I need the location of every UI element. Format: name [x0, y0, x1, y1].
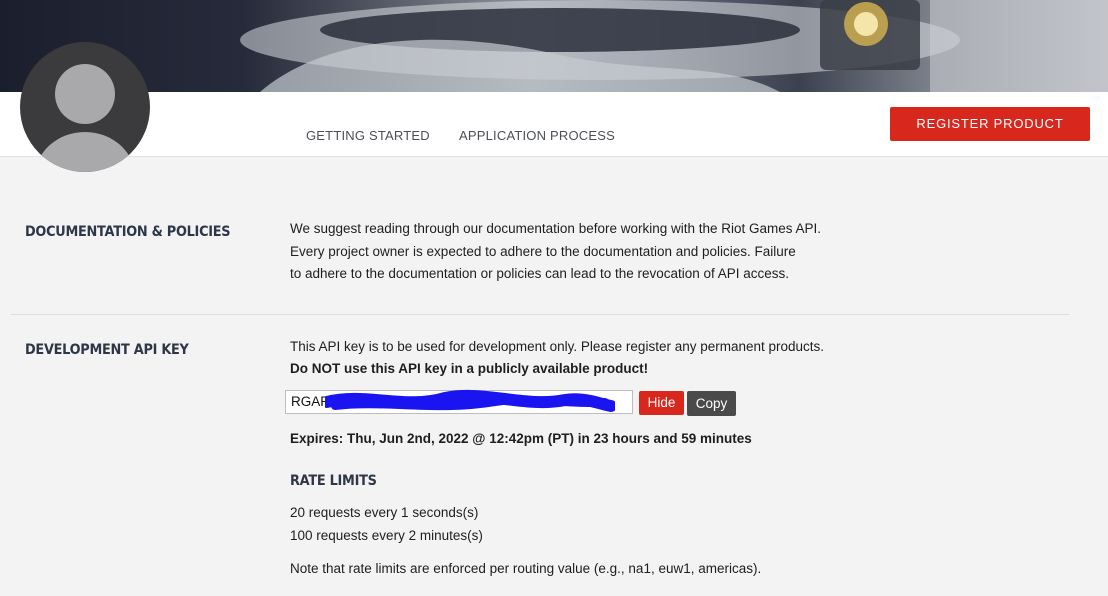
nav-application-process[interactable]: APPLICATION PROCESS	[459, 128, 615, 143]
hide-key-button[interactable]: Hide	[639, 391, 684, 415]
rate-limit-note: Note that rate limits are enforced per r…	[290, 561, 762, 576]
section-divider	[11, 314, 1069, 315]
nav-getting-started[interactable]: GETTING STARTED	[306, 128, 430, 143]
banner-artwork	[240, 0, 1108, 92]
copy-key-button[interactable]: Copy	[687, 391, 736, 416]
register-product-button[interactable]: REGISTER PRODUCT	[890, 107, 1090, 141]
documentation-line: Every project owner is expected to adher…	[290, 243, 796, 259]
redaction-scribble	[325, 389, 615, 412]
documentation-line: to adhere to the documentation or polici…	[290, 266, 790, 281]
dev-key-notice: This API key is to be used for developme…	[290, 339, 825, 354]
documentation-line: We suggest reading through our documenta…	[290, 221, 822, 236]
rate-limits-title: RATE LIMITS	[290, 473, 377, 489]
avatar-head-shape	[55, 64, 115, 124]
avatar[interactable]	[20, 42, 150, 172]
avatar-body-shape	[35, 132, 135, 172]
dev-key-warning: Do NOT use this API key in a publicly av…	[290, 361, 649, 376]
rate-limit-item: 100 requests every 2 minutes(s)	[290, 527, 483, 543]
rate-limit-item: 20 requests every 1 seconds(s)	[290, 505, 479, 520]
dev-key-section-title: DEVELOPMENT API KEY	[25, 342, 189, 358]
documentation-text: We suggest reading through our documenta…	[290, 218, 821, 286]
documentation-section-title: DOCUMENTATION & POLICIES	[25, 224, 231, 240]
key-expiration: Expires: Thu, Jun 2nd, 2022 @ 12:42pm (P…	[290, 431, 752, 446]
rate-limit-list: 20 requests every 1 seconds(s) 100 reque…	[290, 502, 483, 547]
hero-banner	[0, 0, 1108, 92]
